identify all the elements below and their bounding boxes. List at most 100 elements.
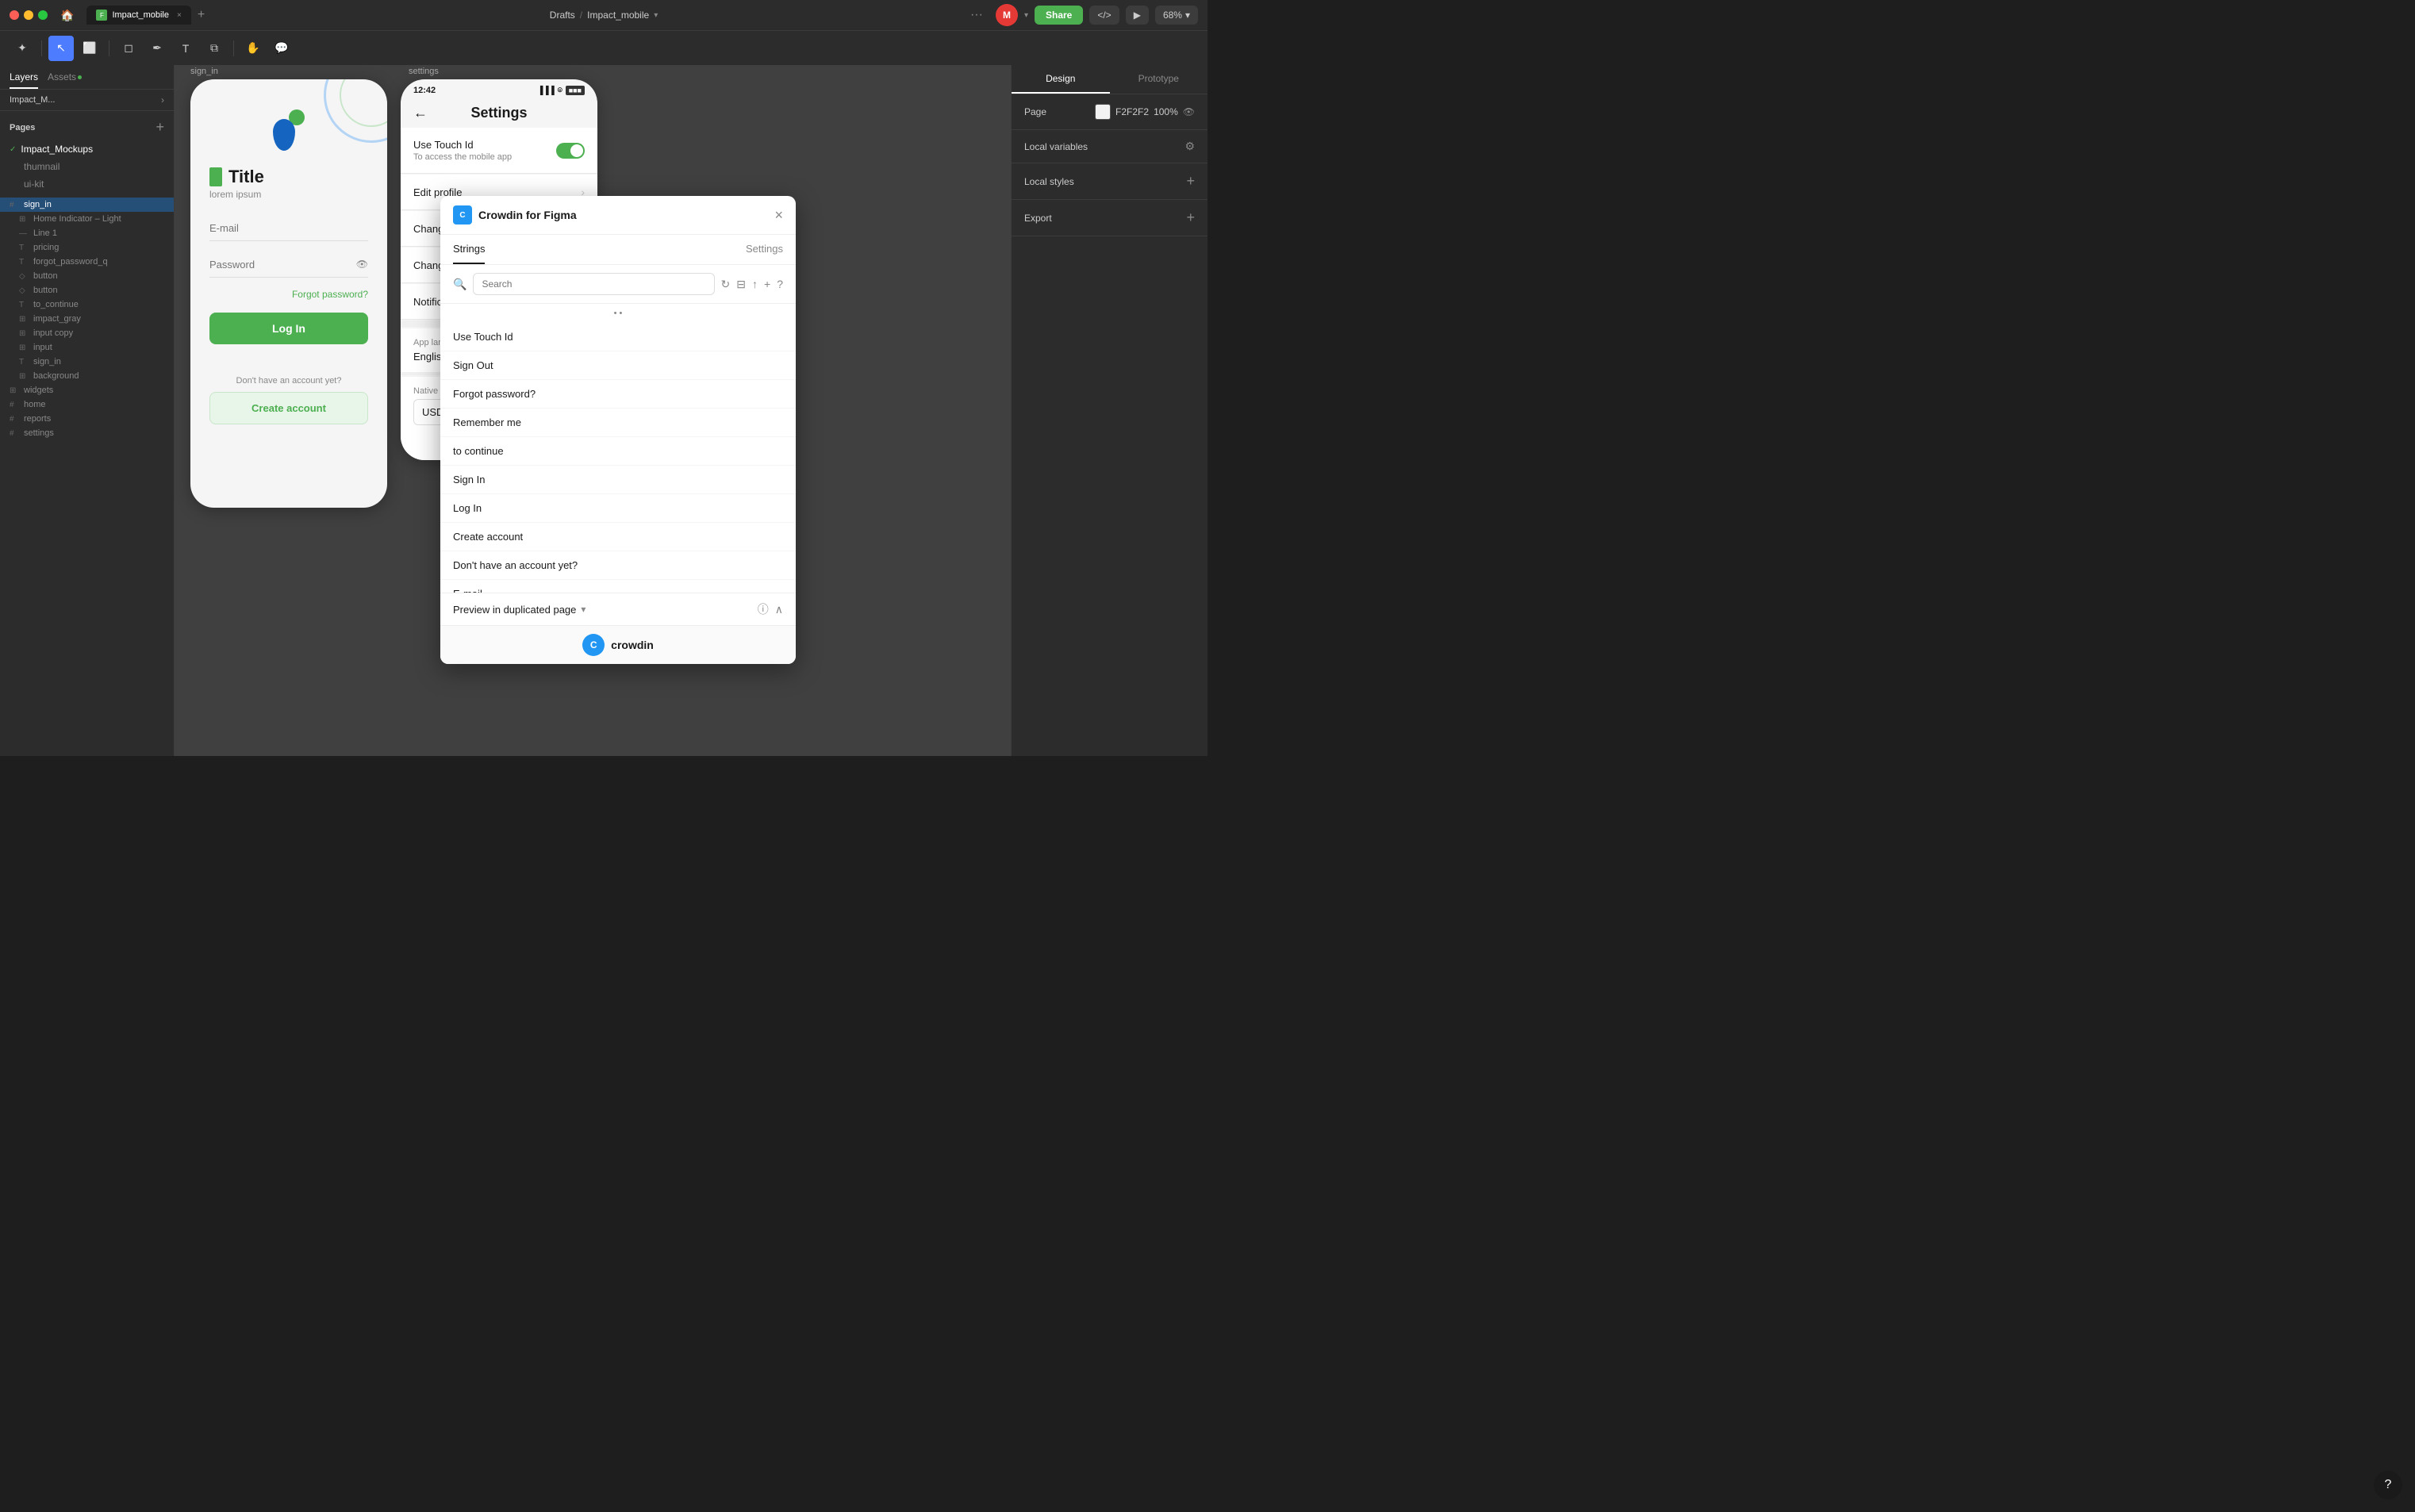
string-forgot-password[interactable]: Forgot password? — [440, 380, 796, 409]
export-add-button[interactable]: + — [1186, 209, 1195, 226]
layer-settings[interactable]: # settings — [0, 426, 174, 440]
preview-text: Preview in duplicated page — [453, 604, 576, 616]
local-variables-icon[interactable]: ⚙ — [1184, 140, 1195, 153]
use-touch-id-item[interactable]: Use Touch Id To access the mobile app — [401, 128, 597, 174]
title-bar: 🏠 F Impact_mobile × + Drafts / Impact_mo… — [0, 0, 1208, 30]
crowdin-close-button[interactable]: × — [774, 207, 783, 224]
frame-tool-button[interactable]: ⬜ — [77, 36, 102, 61]
help-icon[interactable]: ? — [777, 278, 783, 290]
prototype-tab[interactable]: Prototype — [1110, 65, 1208, 94]
forgot-password-link[interactable]: Forgot password? — [292, 289, 368, 300]
layer-to-continue[interactable]: T to_continue — [10, 297, 174, 312]
visibility-icon[interactable]: 👁 — [1183, 106, 1195, 117]
crowdin-search-input[interactable] — [473, 273, 714, 295]
crowdin-plugin: C Crowdin for Figma × Strings Settings 🔍… — [440, 196, 796, 664]
text-tool-button[interactable]: T — [173, 36, 198, 61]
string-use-touch-id[interactable]: Use Touch Id — [440, 323, 796, 351]
add-string-icon[interactable]: + — [764, 278, 770, 290]
canvas-area: sign_in settings Title lorem ipsum — [175, 65, 1011, 756]
tab-bar: F Impact_mobile × + — [86, 6, 205, 25]
more-options-icon[interactable]: ··· — [970, 8, 983, 22]
password-input[interactable] — [209, 252, 368, 278]
fullscreen-button[interactable] — [38, 10, 48, 20]
play-button[interactable]: ▶ — [1126, 6, 1149, 25]
move-tool-button[interactable]: ↖ — [48, 36, 74, 61]
page-ui-kit[interactable]: ui-kit — [0, 175, 174, 193]
layer-button1[interactable]: ◇ button — [10, 269, 174, 283]
upload-icon[interactable]: ↑ — [752, 278, 758, 290]
new-tab-button[interactable]: + — [198, 8, 205, 22]
pen-tool-button[interactable]: ✒ — [144, 36, 170, 61]
zoom-button[interactable]: 68% ▾ — [1155, 6, 1198, 25]
minimize-button[interactable] — [24, 10, 33, 20]
comment-tool-button[interactable]: 💬 — [269, 36, 294, 61]
title-dropdown-icon[interactable]: ▾ — [654, 11, 658, 20]
hand-tool-button[interactable]: ✋ — [240, 36, 266, 61]
string-dont-have-account[interactable]: Don't have an account yet? — [440, 551, 796, 580]
signin-subtitle: lorem ipsum — [209, 189, 261, 200]
string-remember-me[interactable]: Remember me — [440, 409, 796, 437]
tab-close-icon[interactable]: × — [177, 11, 182, 20]
avatar-dropdown-icon[interactable]: ▾ — [1024, 11, 1028, 20]
layer-line1[interactable]: — Line 1 — [10, 226, 174, 240]
string-sign-out[interactable]: Sign Out — [440, 351, 796, 380]
layer-sign-in[interactable]: # sign_in — [0, 198, 174, 212]
layer-widgets[interactable]: ⊞ widgets — [0, 383, 174, 397]
email-input[interactable] — [209, 216, 368, 241]
help-button[interactable]: ? — [2374, 1471, 2402, 1499]
string-log-in[interactable]: Log In — [440, 494, 796, 523]
page-impact-mockups[interactable]: ✓ Impact_Mockups — [0, 140, 174, 158]
refresh-icon[interactable]: ↻ — [721, 278, 731, 291]
page-active-check: ✓ — [10, 145, 16, 154]
add-page-button[interactable]: + — [155, 119, 164, 136]
use-touch-id-toggle[interactable] — [556, 143, 585, 159]
settings-frame-label: settings — [409, 67, 439, 76]
preview-info-icon[interactable]: ⓘ — [758, 601, 769, 617]
layer-home[interactable]: # home — [0, 397, 174, 412]
assets-tab[interactable]: Assets — [48, 71, 82, 89]
string-email[interactable]: E-mail — [440, 580, 796, 593]
crowdin-settings-tab[interactable]: Settings — [746, 235, 783, 264]
page-color-swatch[interactable] — [1095, 104, 1111, 120]
figma-menu-button[interactable]: ✦ — [10, 36, 35, 61]
code-button[interactable]: </> — [1089, 6, 1119, 25]
preview-row[interactable]: Preview in duplicated page ▾ ⓘ ∧ — [440, 593, 796, 625]
layer-pricing[interactable]: T pricing — [10, 240, 174, 255]
design-tab[interactable]: Design — [1012, 65, 1110, 94]
layer-button2[interactable]: ◇ button — [10, 283, 174, 297]
layer-sign-in-text[interactable]: T sign_in — [10, 355, 174, 369]
toolbar-separator — [41, 40, 42, 56]
layer-input-copy[interactable]: ⊞ input copy — [10, 326, 174, 340]
eye-icon[interactable]: 👁 — [356, 259, 368, 270]
strings-tab[interactable]: Strings — [453, 235, 485, 264]
active-tab[interactable]: F Impact_mobile × — [86, 6, 190, 25]
layer-background[interactable]: ⊞ background — [10, 369, 174, 383]
layer-impact-gray[interactable]: ⊞ impact_gray — [10, 312, 174, 326]
filter-icon[interactable]: ⊟ — [736, 278, 746, 291]
layer-reports-icon: # — [10, 415, 19, 424]
preview-collapse-icon[interactable]: ∧ — [775, 603, 783, 616]
create-account-button[interactable]: Create account — [209, 392, 368, 424]
close-button[interactable] — [10, 10, 19, 20]
file-name-label[interactable]: Impact_mobile — [587, 10, 649, 21]
layer-input[interactable]: ⊞ input — [10, 340, 174, 355]
layers-tab[interactable]: Layers — [10, 71, 38, 89]
crowdin-brand-icon: C — [582, 634, 605, 656]
crowdin-brand-text: crowdin — [611, 639, 654, 651]
string-sign-in[interactable]: Sign In — [440, 466, 796, 494]
login-button[interactable]: Log In — [209, 313, 368, 344]
layer-forgot-password[interactable]: T forgot_password_q — [10, 255, 174, 269]
title-separator: / — [580, 10, 582, 21]
page-thumnail[interactable]: thumnail — [0, 158, 174, 175]
local-styles-add-button[interactable]: + — [1186, 173, 1195, 190]
layer-home-indicator[interactable]: ⊞ Home Indicator – Light — [10, 212, 174, 226]
back-arrow-icon[interactable]: ← — [413, 105, 428, 121]
component-tool-button[interactable]: ⧉ — [202, 36, 227, 61]
user-avatar[interactable]: M — [996, 4, 1018, 26]
string-create-account[interactable]: Create account — [440, 523, 796, 551]
shape-tool-button[interactable]: ◻ — [116, 36, 141, 61]
string-to-continue[interactable]: to continue — [440, 437, 796, 466]
share-button[interactable]: Share — [1035, 6, 1083, 25]
layer-reports[interactable]: # reports — [0, 412, 174, 426]
search-icon: 🔍 — [453, 278, 466, 291]
